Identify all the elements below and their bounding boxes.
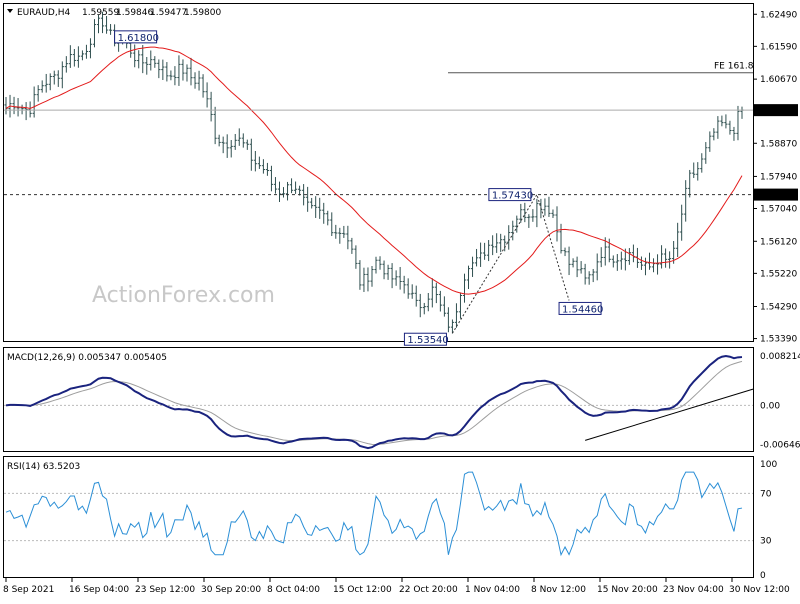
macd-axis-label: 0.00	[760, 401, 780, 411]
macd-axis-label: 0.008214	[760, 352, 800, 362]
time-axis-label: 8 Nov 12:00	[531, 585, 586, 595]
time-axis-label: 1 Nov 04:00	[465, 585, 520, 595]
rsi-label: RSI(14) 63.5203	[7, 462, 80, 472]
time-axis-label: 30 Sep 20:00	[201, 585, 261, 595]
time-axis-label: 30 Nov 12:00	[729, 585, 790, 595]
high-value: 1.59846	[116, 8, 153, 18]
macd-label: MACD(12,26,9) 0.005347 0.005405	[7, 353, 167, 363]
price-tag: 1.57430	[758, 191, 795, 201]
price-axis-label: 1.61590	[760, 42, 797, 52]
rsi-panel	[3, 456, 754, 578]
open-value: 1.59559	[82, 8, 119, 18]
price-annotation: 1.53540	[407, 335, 448, 346]
rsi-axis-label: 30	[760, 537, 772, 547]
time-axis-label: 8 Sep 2021	[3, 585, 54, 595]
chart-root: ActionForex.com FE 161.8 1.61800 1.57430 1.…	[0, 0, 800, 600]
chart-svg: ActionForex.com FE 161.8 1.61800 1.57430 1.…	[3, 3, 800, 595]
low-value: 1.59477	[150, 8, 187, 18]
price-axis-label: 1.60670	[760, 75, 797, 85]
macd-axis-label: -0.006463	[760, 440, 800, 450]
time-axis-label: 15 Nov 20:00	[597, 585, 658, 595]
symbol-label: EURAUD,H4	[17, 8, 70, 18]
time-axis-label: 16 Sep 04:00	[69, 585, 129, 595]
price-axis-label: 1.57940	[760, 172, 797, 182]
time-axis-label: 8 Oct 04:00	[267, 585, 320, 595]
price-axis-label: 1.62490	[760, 10, 797, 20]
watermark: ActionForex.com	[92, 283, 275, 308]
price-axis-label: 1.57040	[760, 204, 797, 214]
price-axis-label: 1.58870	[760, 139, 797, 149]
fe-161-label: FE 161.8	[714, 62, 754, 72]
price-annotation: 1.61800	[118, 33, 159, 44]
macd-panel	[3, 347, 754, 452]
close-value: 1.59800	[184, 8, 221, 18]
rsi-axis-label: 0	[760, 571, 766, 581]
price-annotation: 1.57430	[492, 191, 533, 202]
price-tag: 1.59800	[758, 106, 795, 116]
time-axis-label: 15 Oct 12:00	[333, 585, 392, 595]
price-axis-label: 1.54290	[760, 303, 797, 313]
price-axis-label: 1.56120	[760, 237, 797, 247]
price-axis-label: 1.55220	[760, 269, 797, 279]
price-axis-label: 1.53390	[760, 335, 797, 345]
rsi-axis-label: 100	[760, 460, 777, 470]
time-axis-label: 23 Nov 04:00	[663, 585, 724, 595]
time-axis-label: 22 Oct 20:00	[399, 585, 458, 595]
time-axis-label: 23 Sep 12:00	[135, 585, 195, 595]
price-annotation: 1.54460	[562, 304, 603, 315]
rsi-axis-label: 70	[760, 489, 772, 499]
chart-header: EURAUD,H4 1.59559 1.59846 1.59477 1.5980…	[7, 8, 221, 18]
